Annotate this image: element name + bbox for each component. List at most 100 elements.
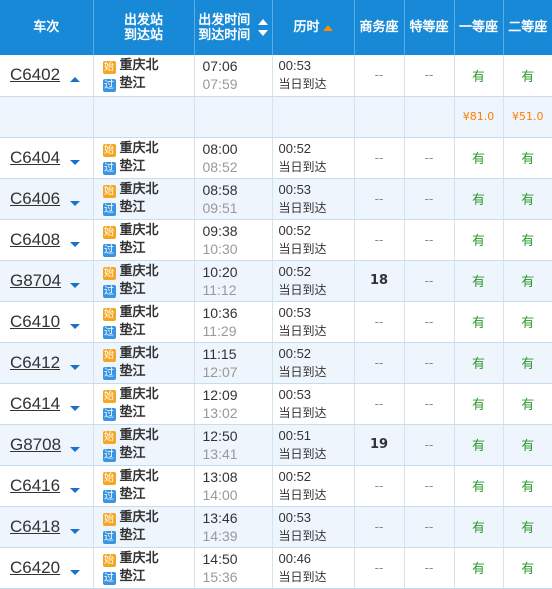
special-seat[interactable]: -- xyxy=(404,55,455,97)
expand-arrow-icon[interactable] xyxy=(70,446,80,452)
table-row[interactable]: C6416 始重庆北 过垫江 13:08 14:00 00:52 当日到达 --… xyxy=(0,465,552,507)
expand-arrow-icon[interactable] xyxy=(70,159,80,165)
train-list-table: 车次 出发站 到达站 出发时间 到达时间 历时 商务座 特等座 一等座 二等座 … xyxy=(0,0,552,589)
business-seat[interactable]: -- xyxy=(354,55,405,97)
business-seat[interactable]: -- xyxy=(354,301,405,343)
business-seat[interactable]: 19 xyxy=(354,424,405,466)
special-seat[interactable]: -- xyxy=(404,260,455,302)
second-class-seat[interactable]: 有 xyxy=(503,342,552,384)
from-station: 重庆北 xyxy=(119,468,159,484)
special-seat[interactable]: -- xyxy=(404,219,455,261)
train-code-link[interactable]: C6414 xyxy=(10,394,60,413)
second-class-seat[interactable]: 有 xyxy=(503,465,552,507)
table-row[interactable]: C6406 始重庆北 过垫江 08:58 09:51 00:53 当日到达 --… xyxy=(0,178,552,220)
train-code-link[interactable]: G8704 xyxy=(10,271,61,290)
table-row[interactable]: C6412 始重庆北 过垫江 11:15 12:07 00:52 当日到达 --… xyxy=(0,342,552,384)
train-code-link[interactable]: C6410 xyxy=(10,312,60,331)
train-code-link[interactable]: C6406 xyxy=(10,189,60,208)
second-class-seat[interactable]: 有 xyxy=(503,260,552,302)
first-class-seat[interactable]: 有 xyxy=(454,506,504,548)
special-seat[interactable]: -- xyxy=(404,465,455,507)
arrival-time: 14:00 xyxy=(202,486,238,503)
second-class-seat[interactable]: 有 xyxy=(503,178,552,220)
first-class-seat[interactable]: 有 xyxy=(454,137,504,179)
first-class-seat[interactable]: 有 xyxy=(454,219,504,261)
special-seat[interactable]: -- xyxy=(404,178,455,220)
to-station: 垫江 xyxy=(119,322,146,338)
train-code-link[interactable]: C6420 xyxy=(10,558,60,577)
sort-down-icon[interactable] xyxy=(257,30,268,36)
table-row[interactable]: C6418 始重庆北 过垫江 13:46 14:39 00:53 当日到达 --… xyxy=(0,506,552,548)
train-code-link[interactable]: C6402 xyxy=(10,65,60,84)
second-class-seat[interactable]: 有 xyxy=(503,506,552,548)
business-seat[interactable]: -- xyxy=(354,219,405,261)
expand-arrow-icon[interactable] xyxy=(70,528,80,534)
second-class-seat[interactable]: 有 xyxy=(503,383,552,425)
business-seat[interactable]: -- xyxy=(354,342,405,384)
expand-arrow-icon[interactable] xyxy=(70,77,80,82)
table-row[interactable]: C6414 始重庆北 过垫江 12:09 13:02 00:53 当日到达 --… xyxy=(0,383,552,425)
business-seat[interactable]: -- xyxy=(354,137,405,179)
table-row[interactable]: C6402 始重庆北 过垫江 07:06 07:59 00:53 当日到达 --… xyxy=(0,55,552,97)
duration: 00:53 xyxy=(278,58,312,74)
train-code-link[interactable]: G8708 xyxy=(10,435,61,454)
table-row[interactable]: C6408 始重庆北 过垫江 09:38 10:30 00:52 当日到达 --… xyxy=(0,219,552,261)
special-seat[interactable]: -- xyxy=(404,342,455,384)
to-station: 垫江 xyxy=(119,445,146,461)
col-duration[interactable]: 历时 xyxy=(272,0,355,55)
second-class-seat[interactable]: 有 xyxy=(503,55,552,97)
business-seat[interactable]: -- xyxy=(354,178,405,220)
second-class-seat[interactable]: 有 xyxy=(503,547,552,589)
col-dep-time[interactable]: 出发时间 xyxy=(198,13,250,28)
expand-arrow-icon[interactable] xyxy=(70,323,80,329)
first-class-seat[interactable]: 有 xyxy=(454,465,504,507)
first-class-seat[interactable]: 有 xyxy=(454,55,504,97)
second-class-seat[interactable]: 有 xyxy=(503,137,552,179)
table-row[interactable]: C6404 始重庆北 过垫江 08:00 08:52 00:52 当日到达 --… xyxy=(0,137,552,179)
sort-duration-icon[interactable] xyxy=(322,24,333,31)
col-arr-time[interactable]: 到达时间 xyxy=(198,28,250,43)
expand-arrow-icon[interactable] xyxy=(70,200,80,206)
first-class-seat[interactable]: 有 xyxy=(454,301,504,343)
expand-arrow-icon[interactable] xyxy=(70,364,80,370)
first-class-seat[interactable]: 有 xyxy=(454,342,504,384)
second-class-seat[interactable]: 有 xyxy=(503,219,552,261)
start-badge-icon: 始 xyxy=(102,430,116,444)
train-code-link[interactable]: C6412 xyxy=(10,353,60,372)
business-seat[interactable]: -- xyxy=(354,465,405,507)
arrival-time: 13:02 xyxy=(202,404,238,421)
first-class-seat[interactable]: 有 xyxy=(454,178,504,220)
expand-arrow-icon[interactable] xyxy=(70,487,80,493)
col-times[interactable]: 出发时间 到达时间 xyxy=(194,0,273,55)
first-class-seat[interactable]: 有 xyxy=(454,424,504,466)
train-code-link[interactable]: C6408 xyxy=(10,230,60,249)
business-seat[interactable]: -- xyxy=(354,506,405,548)
first-class-seat[interactable]: 有 xyxy=(454,260,504,302)
special-seat[interactable]: -- xyxy=(404,506,455,548)
train-code-link[interactable]: C6404 xyxy=(10,148,60,167)
expand-arrow-icon[interactable] xyxy=(70,282,80,288)
pass-badge-icon: 过 xyxy=(102,571,116,585)
to-station: 垫江 xyxy=(119,404,146,420)
special-seat[interactable]: -- xyxy=(404,424,455,466)
business-seat[interactable]: -- xyxy=(354,547,405,589)
special-seat[interactable]: -- xyxy=(404,383,455,425)
business-seat[interactable]: 18 xyxy=(354,260,405,302)
table-row[interactable]: C6420 始重庆北 过垫江 14:50 15:36 00:46 当日到达 --… xyxy=(0,547,552,589)
first-class-seat[interactable]: 有 xyxy=(454,383,504,425)
expand-arrow-icon[interactable] xyxy=(70,241,80,247)
business-seat[interactable]: -- xyxy=(354,383,405,425)
second-class-seat[interactable]: 有 xyxy=(503,424,552,466)
second-class-seat[interactable]: 有 xyxy=(503,301,552,343)
expand-arrow-icon[interactable] xyxy=(70,569,80,575)
table-row[interactable]: G8708 始重庆北 过垫江 12:50 13:41 00:51 当日到达 19… xyxy=(0,424,552,466)
first-class-seat[interactable]: 有 xyxy=(454,547,504,589)
special-seat[interactable]: -- xyxy=(404,547,455,589)
expand-arrow-icon[interactable] xyxy=(70,405,80,411)
special-seat[interactable]: -- xyxy=(404,301,455,343)
table-row[interactable]: C6410 始重庆北 过垫江 10:36 11:29 00:53 当日到达 --… xyxy=(0,301,552,343)
train-code-link[interactable]: C6418 xyxy=(10,517,60,536)
special-seat[interactable]: -- xyxy=(404,137,455,179)
table-row[interactable]: G8704 始重庆北 过垫江 10:20 11:12 00:52 当日到达 18… xyxy=(0,260,552,302)
train-code-link[interactable]: C6416 xyxy=(10,476,60,495)
